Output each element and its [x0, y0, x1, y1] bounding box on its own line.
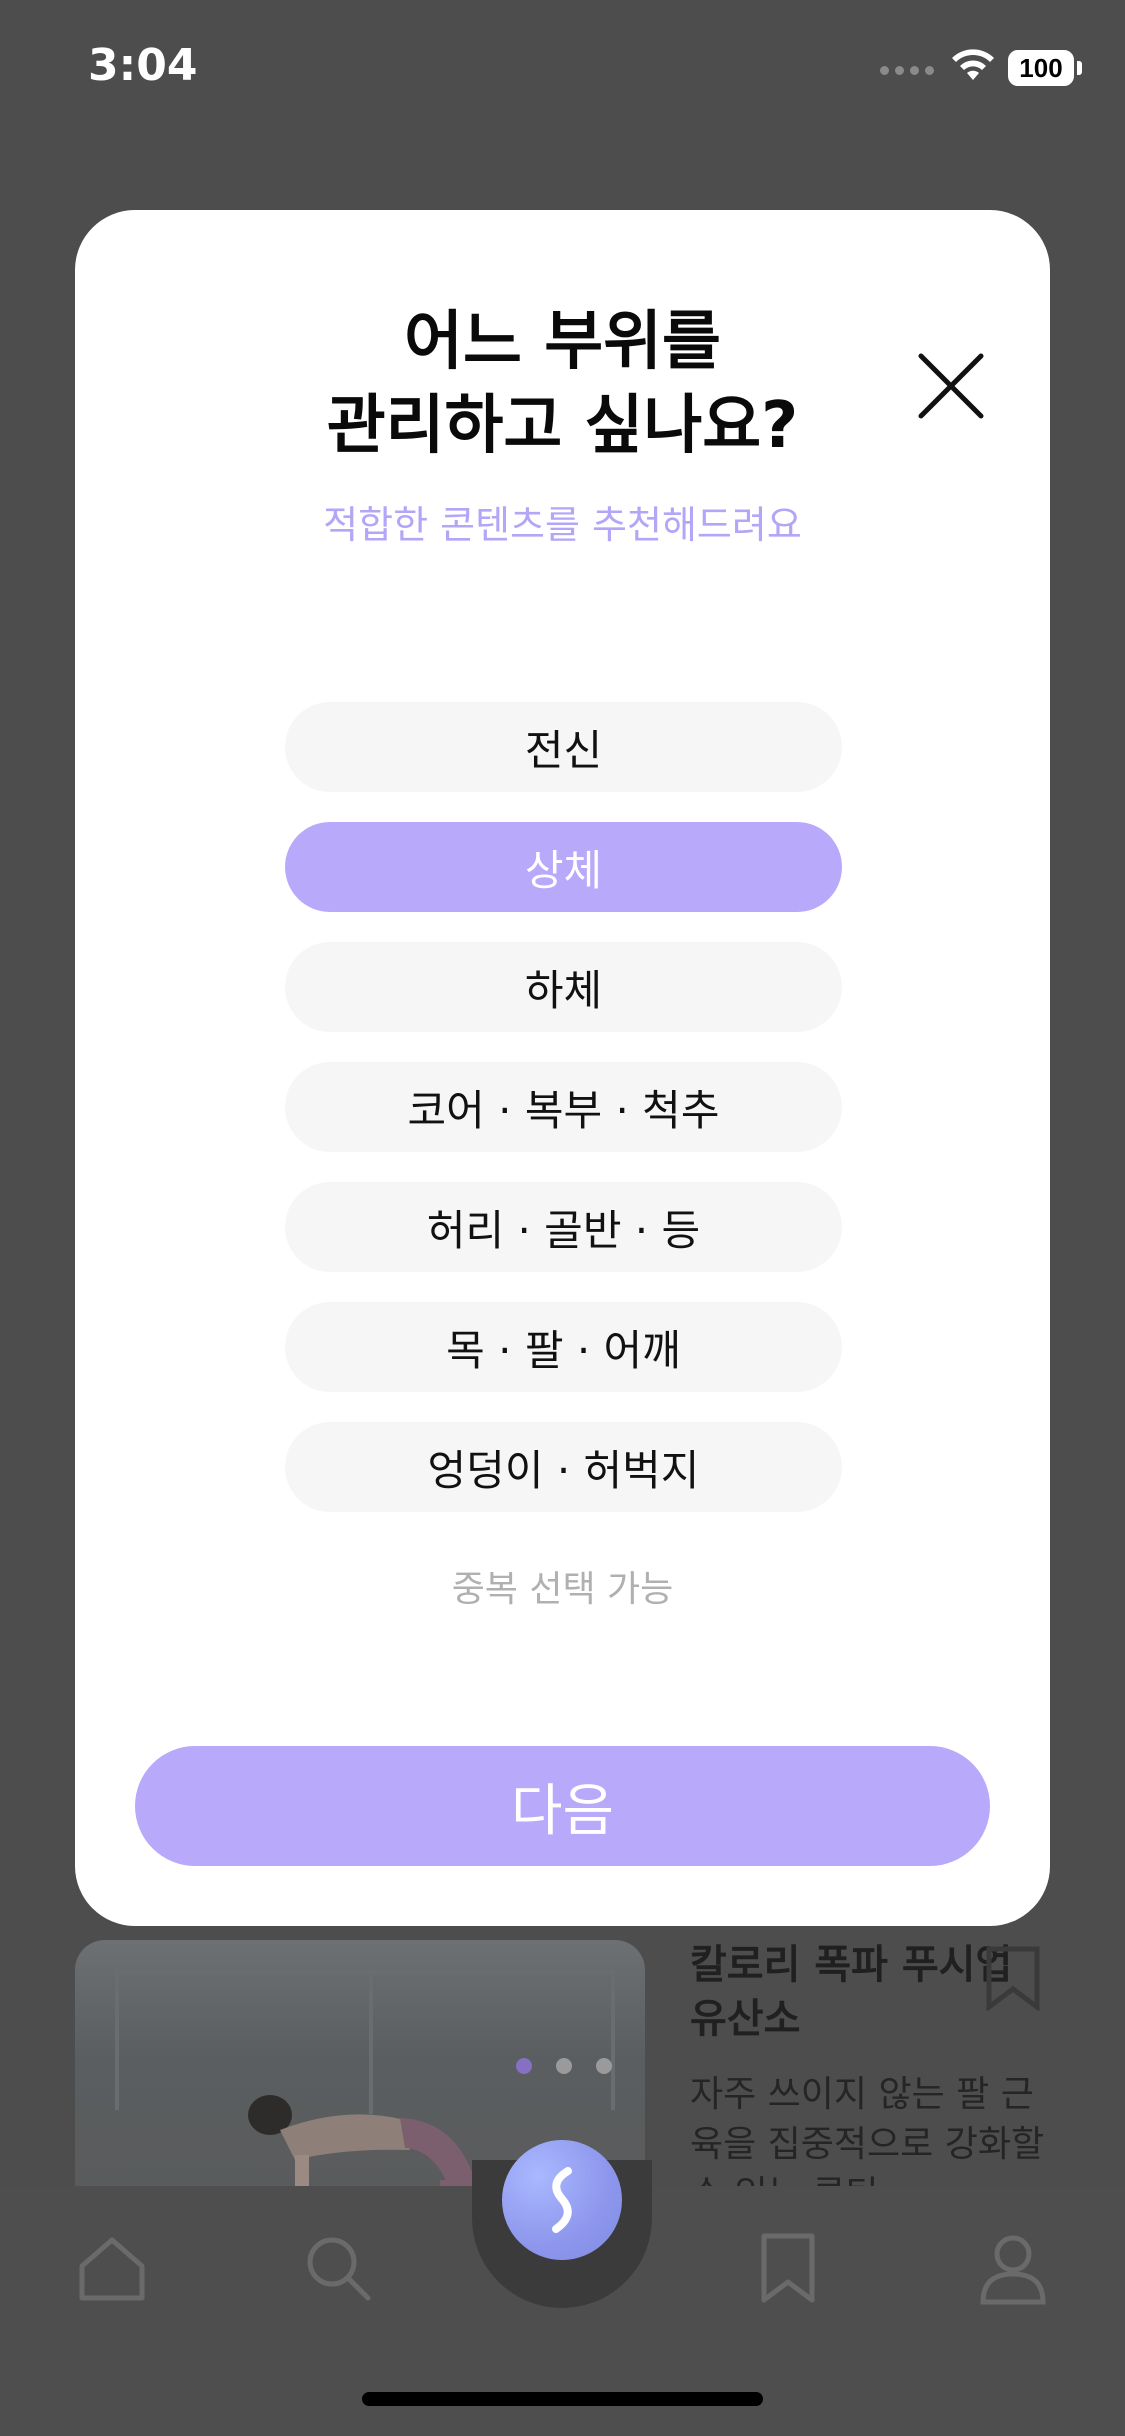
status-time: 3:04 — [88, 40, 198, 91]
cellular-signal-icon — [880, 66, 934, 75]
carousel-dot — [596, 2058, 612, 2074]
option-upper-body[interactable]: 상체 — [285, 822, 842, 912]
center-logo-button[interactable] — [502, 2140, 622, 2260]
modal-title-line1: 어느 부위를 — [404, 305, 721, 379]
close-icon[interactable] — [915, 350, 987, 422]
option-neck-arm-shoulder[interactable]: 목 · 팔 · 어깨 — [285, 1302, 842, 1392]
article-title: 칼로리 폭파 푸시업 유산소 — [690, 1942, 1013, 2042]
multi-select-hint: 중복 선택 가능 — [451, 1569, 674, 1610]
modal-subtitle: 적합한 콘텐츠를 추천해드려요 — [323, 503, 802, 547]
wifi-icon — [952, 49, 994, 80]
carousel-dots — [516, 2058, 612, 2074]
search-icon[interactable] — [300, 2230, 376, 2306]
option-lower-body[interactable]: 하체 — [285, 942, 842, 1032]
option-hip-thigh[interactable]: 엉덩이 · 허벅지 — [285, 1422, 842, 1512]
battery-level: 100 — [1019, 52, 1063, 83]
carousel-dot — [516, 2058, 532, 2074]
option-core-abs-spine[interactable]: 코어 · 복부 · 척추 — [285, 1062, 842, 1152]
battery-icon: 100 — [1008, 50, 1084, 88]
body-part-modal: 어느 부위를 관리하고 싶나요? 적합한 콘텐츠를 추천해드려요 전신 상체 하… — [75, 210, 1050, 1926]
option-waist-pelvis-back[interactable]: 허리 · 골반 · 등 — [285, 1182, 842, 1272]
next-button[interactable]: 다음 — [135, 1746, 990, 1866]
body-part-options: 전신 상체 하체 코어 · 복부 · 척추 허리 · 골반 · 등 목 · 팔 … — [285, 702, 842, 1542]
bookmark-icon[interactable] — [750, 2230, 826, 2306]
status-bar: 3:04 100 — [0, 0, 1125, 140]
article-description: 자주 쓰이지 않는 팔 근육을 집중적으로 강화할 수 있는 루틴 — [690, 2074, 1045, 2190]
home-icon[interactable] — [74, 2230, 150, 2306]
home-indicator — [362, 2392, 763, 2406]
profile-icon[interactable] — [975, 2230, 1051, 2306]
center-logo-icon — [552, 2167, 572, 2233]
modal-title: 어느 부위를 관리하고 싶나요? — [75, 300, 1050, 468]
modal-title-line2: 관리하고 싶나요? — [326, 389, 799, 463]
carousel-dot — [556, 2058, 572, 2074]
bookmark-icon[interactable] — [985, 1945, 1041, 2011]
workout-figure-icon — [248, 2095, 480, 2200]
option-whole-body[interactable]: 전신 — [285, 702, 842, 792]
